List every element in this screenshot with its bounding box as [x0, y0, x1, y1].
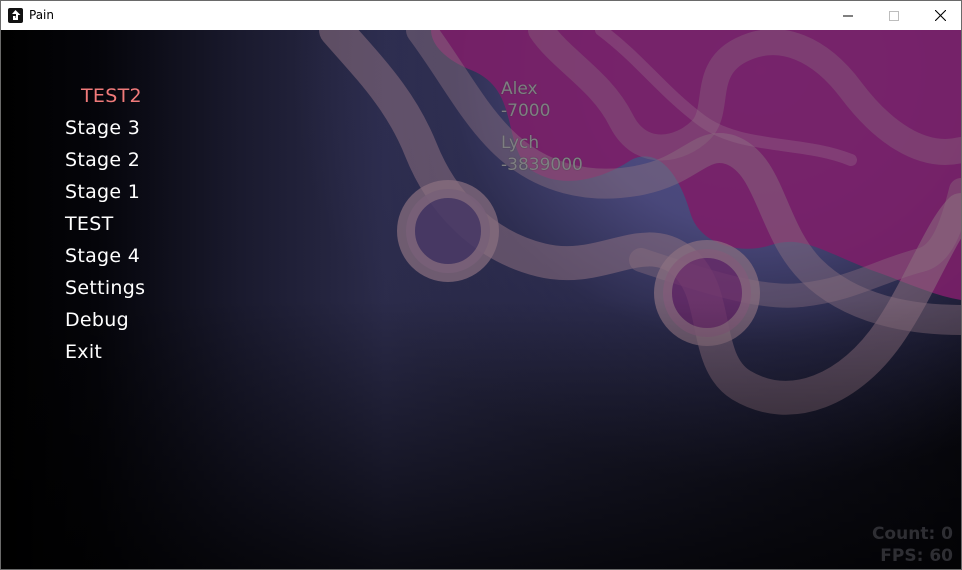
- fps-readout: FPS: 60: [880, 546, 953, 566]
- menu-item-settings[interactable]: Settings: [65, 272, 145, 304]
- minimize-button[interactable]: [825, 1, 871, 30]
- close-button[interactable]: [917, 1, 961, 30]
- score-entry: Alex -7000: [501, 78, 583, 122]
- gamemaker-logo-icon: [8, 8, 23, 23]
- title-bar[interactable]: Pain: [1, 1, 961, 30]
- menu-item-stage-1[interactable]: Stage 1: [65, 176, 145, 208]
- score-value: -7000: [501, 101, 551, 121]
- window-title: Pain: [29, 8, 54, 22]
- game-canvas[interactable]: TEST2 Stage 3 Stage 2 Stage 1 TEST Stage…: [1, 30, 961, 569]
- maximize-button[interactable]: [871, 1, 917, 30]
- maximize-icon: [889, 10, 899, 21]
- close-icon: [934, 10, 946, 21]
- menu-item-stage-4[interactable]: Stage 4: [65, 240, 145, 272]
- main-menu: TEST2 Stage 3 Stage 2 Stage 1 TEST Stage…: [65, 80, 145, 368]
- menu-item-debug[interactable]: Debug: [65, 304, 145, 336]
- menu-item-stage-3[interactable]: Stage 3: [65, 112, 145, 144]
- menu-item-stage-2[interactable]: Stage 2: [65, 144, 145, 176]
- score-value: -3839000: [501, 155, 583, 175]
- game-window: Pain TEST2 Stage 3 Stage 2 Stage 1 TEST …: [0, 0, 962, 570]
- debug-hud: Count: 0 FPS: 60: [872, 523, 953, 567]
- menu-item-test2[interactable]: TEST2: [65, 80, 145, 112]
- score-player-name: Lych: [501, 133, 540, 153]
- score-entry: Lych -3839000: [501, 132, 583, 176]
- high-scores: Alex -7000 Lych -3839000: [501, 78, 583, 186]
- minimize-icon: [843, 15, 853, 16]
- count-readout: Count: 0: [871, 524, 953, 544]
- menu-item-exit[interactable]: Exit: [65, 336, 145, 368]
- score-player-name: Alex: [501, 79, 538, 99]
- menu-item-test[interactable]: TEST: [65, 208, 145, 240]
